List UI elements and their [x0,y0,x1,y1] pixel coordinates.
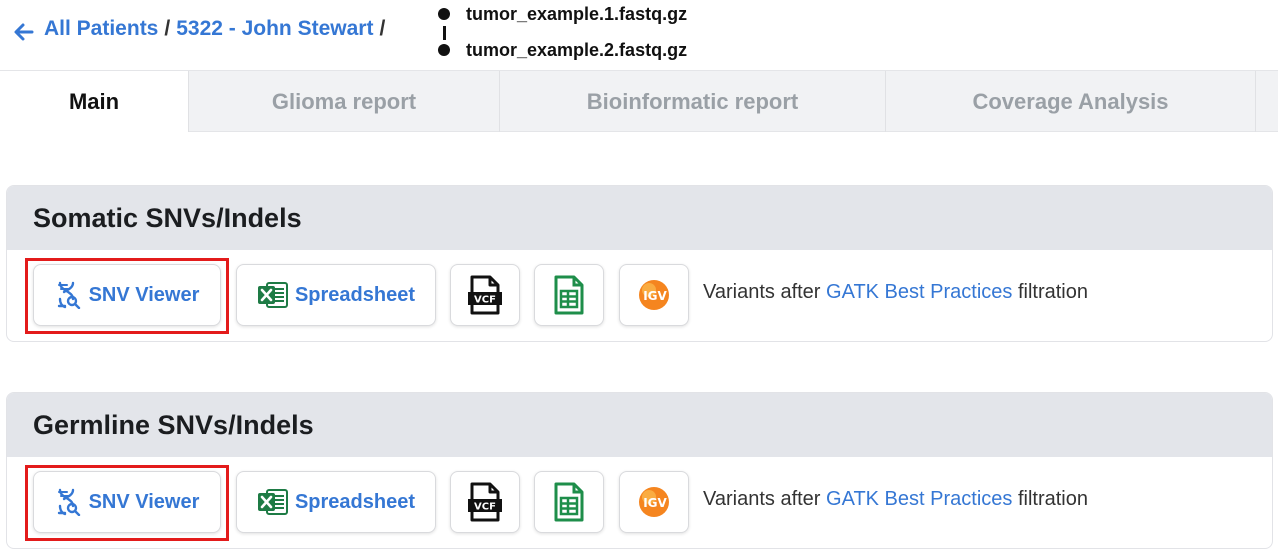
vcf-text: VCF [474,502,496,513]
panel-body: SNV Viewer Spreadsheet VCF IGV Variants … [7,250,1272,341]
file-item: tumor_example.2.fastq.gz [438,38,687,62]
germline-panel: Germline SNVs/Indels SNV Viewer Spreadsh… [6,392,1273,549]
file-item: tumor_example.1.fastq.gz [438,2,687,26]
somatic-panel: Somatic SNVs/Indels SNV Viewer Spreadshe… [6,185,1273,342]
excel-icon [257,489,288,515]
description-prefix: Variants after [703,281,821,303]
spreadsheet-button[interactable]: Spreadsheet [236,471,436,533]
breadcrumb-all-patients[interactable]: All Patients [44,17,158,41]
gatk-link[interactable]: GATK Best Practices [826,488,1012,510]
breadcrumb-separator: / [379,17,386,40]
snv-viewer-button[interactable]: SNV Viewer [33,471,221,533]
tab-coverage-analysis[interactable]: Coverage Analysis [886,71,1256,132]
bullet-icon [438,44,450,56]
panel-body: SNV Viewer Spreadsheet VCF IGV Variants … [7,457,1272,548]
spreadsheet-label: Spreadsheet [294,283,416,306]
panel-title: Somatic SNVs/Indels [7,186,1272,250]
vcf-file-icon: VCF [468,275,502,315]
dna-search-icon [57,281,80,309]
breadcrumb: All Patients / 5322 - John Stewart / [44,17,385,41]
page-header: All Patients / 5322 - John Stewart / tum… [0,0,1278,70]
description-suffix: filtration [1017,281,1088,303]
bullet-icon [438,8,450,20]
sheet-file-icon [554,482,584,522]
description-suffix: filtration [1017,488,1088,510]
tab-glioma-report[interactable]: Glioma report [189,71,500,132]
panel-title: Germline SNVs/Indels [7,393,1272,457]
snv-viewer-label: SNV Viewer [88,283,200,306]
dna-search-icon [57,488,80,516]
file-list: tumor_example.1.fastq.gz tumor_example.2… [438,2,687,62]
snv-viewer-label: SNV Viewer [88,490,200,513]
gatk-link[interactable]: GATK Best Practices [826,281,1012,303]
file-connector [443,26,446,40]
igv-button[interactable]: IGV [619,471,689,533]
spreadsheet-label: Spreadsheet [294,490,416,513]
file-name: tumor_example.1.fastq.gz [466,3,688,24]
tab-bar: Main Glioma report Bioinformatic report … [0,70,1278,132]
igv-button[interactable]: IGV [619,264,689,326]
vcf-download-button[interactable]: VCF [450,264,520,326]
breadcrumb-separator: / [164,17,171,40]
vcf-file-icon: VCF [468,482,502,522]
back-arrow-icon[interactable] [12,20,36,44]
vcf-text: VCF [474,295,496,306]
excel-icon [257,282,288,308]
file-name: tumor_example.2.fastq.gz [466,39,688,60]
spreadsheet-button[interactable]: Spreadsheet [236,264,436,326]
description-prefix: Variants after [703,488,821,510]
breadcrumb-patient[interactable]: 5322 - John Stewart [176,17,373,41]
snv-viewer-button[interactable]: SNV Viewer [33,264,221,326]
igv-icon: IGV [639,487,669,517]
igv-text: IGV [643,289,667,303]
filtration-description: Variants after GATK Best Practices filtr… [703,281,1088,304]
tab-bioinformatic-report[interactable]: Bioinformatic report [500,71,886,132]
tab-main[interactable]: Main [0,71,189,132]
filtration-description: Variants after GATK Best Practices filtr… [703,488,1088,511]
vcf-download-button[interactable]: VCF [450,471,520,533]
igv-icon: IGV [639,280,669,310]
sheet-download-button[interactable] [534,471,604,533]
sheet-download-button[interactable] [534,264,604,326]
sheet-file-icon [554,275,584,315]
igv-text: IGV [643,496,667,510]
